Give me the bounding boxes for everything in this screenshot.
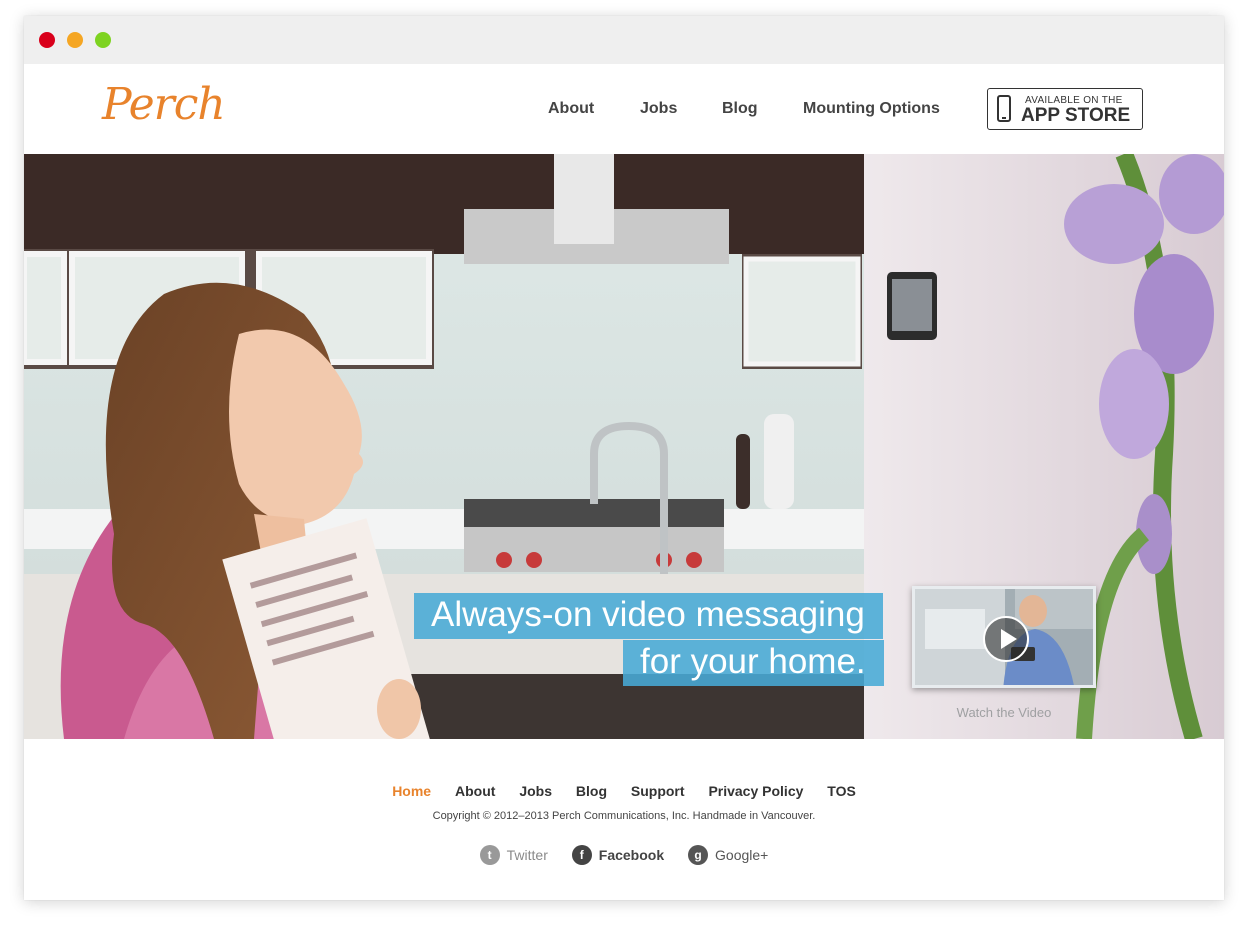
site-footer: Home About Jobs Blog Support Privacy Pol…	[24, 739, 1224, 900]
site-header: Perch About Jobs Blog Mounting Options A…	[24, 64, 1224, 154]
twitter-icon: t	[479, 845, 500, 865]
footer-nav: Home About Jobs Blog Support Privacy Pol…	[24, 783, 1224, 799]
maximize-window-button[interactable]	[95, 32, 111, 48]
hero-headline-line2: for your home.	[623, 640, 884, 686]
browser-titlebar	[24, 16, 1224, 64]
app-store-line2: APP STORE	[1021, 105, 1131, 126]
hero-headline-line1: Always-on video messaging	[414, 593, 883, 639]
hero-banner: Always-on video messaging for your home.…	[24, 154, 1224, 739]
google-plus-icon: g	[688, 845, 709, 865]
footer-nav-support[interactable]: Support	[631, 783, 685, 799]
copyright-text: Copyright © 2012–2013 Perch Communicatio…	[432, 810, 816, 822]
video-thumbnail[interactable]	[912, 586, 1096, 688]
browser-window: Perch About Jobs Blog Mounting Options A…	[24, 16, 1224, 900]
twitter-label: Twitter	[506, 847, 548, 863]
nav-jobs[interactable]: Jobs	[640, 100, 677, 118]
google-plus-link[interactable]: g Google+	[688, 845, 768, 865]
facebook-link[interactable]: f Facebook	[571, 845, 665, 865]
watch-video-link[interactable]: Watch the Video	[912, 705, 1096, 720]
footer-nav-privacy-policy[interactable]: Privacy Policy	[708, 783, 803, 799]
nav-blog[interactable]: Blog	[722, 100, 758, 118]
perch-logo[interactable]: Perch	[102, 79, 226, 130]
app-store-button[interactable]: AVAILABLE ON THE APP STORE	[987, 88, 1143, 130]
nav-about[interactable]: About	[548, 100, 594, 118]
phone-icon	[997, 95, 1011, 122]
minimize-window-button[interactable]	[67, 32, 83, 48]
footer-nav-tos[interactable]: TOS	[827, 783, 856, 799]
footer-nav-home[interactable]: Home	[392, 783, 431, 799]
footer-nav-jobs[interactable]: Jobs	[519, 783, 552, 799]
facebook-icon: f	[571, 845, 592, 865]
facebook-label: Facebook	[598, 847, 665, 863]
footer-nav-about[interactable]: About	[455, 783, 495, 799]
play-icon[interactable]	[983, 616, 1029, 662]
social-links: t Twitter f Facebook g Google+	[24, 845, 1224, 865]
twitter-link[interactable]: t Twitter	[479, 845, 548, 865]
close-window-button[interactable]	[39, 32, 55, 48]
nav-mounting-options[interactable]: Mounting Options	[803, 100, 940, 118]
footer-nav-blog[interactable]: Blog	[576, 783, 607, 799]
google-plus-label: Google+	[715, 847, 769, 863]
